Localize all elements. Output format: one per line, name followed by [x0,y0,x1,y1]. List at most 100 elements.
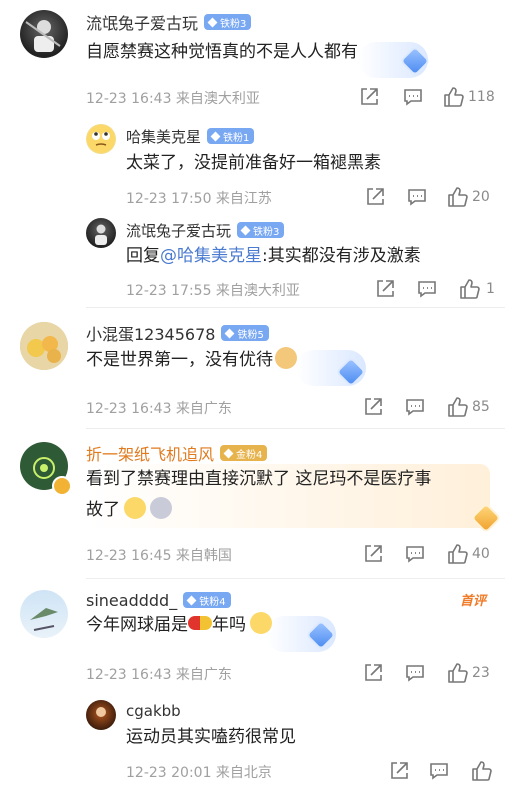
doge-emoji-icon [275,347,297,369]
rolling-eyes-emoji-icon [87,125,115,153]
diamond-icon [210,131,221,141]
reply-actions: 1 [374,278,504,302]
verified-badge-icon [52,476,72,496]
like-icon[interactable] [442,86,464,108]
comment-text-line2: 故了 [86,495,172,526]
first-comment-tag: 首评 [460,594,487,609]
user-name-row[interactable]: cgakbb [126,699,181,723]
avatar[interactable] [86,124,116,154]
user-name[interactable]: 折一架纸飞机追风 [86,441,214,465]
user-name[interactable]: sineadddd_ [86,591,177,610]
pill-emoji-icon [188,616,212,630]
fan-badge: 铁粉4 [183,592,231,608]
share-icon[interactable] [362,396,384,418]
avatar-figure-icon [25,20,61,52]
fan-badge: 金粉4 [220,445,268,461]
laugh-cry-emoji-icon [250,612,272,634]
comment-icon[interactable] [402,86,424,108]
like-count: 85 [472,399,490,415]
share-icon[interactable] [374,278,396,300]
comment-list: 流氓兔子爱古玩 铁粉3 自愿禁赛这种觉悟真的不是人人都有 12-23 16:43… [0,0,505,800]
like-icon[interactable] [470,760,492,782]
like-count: 118 [468,89,495,105]
reply-actions: 20 [364,186,504,210]
comment-text: 今年网球届是 年吗 [86,610,272,641]
comment-meta: 12-23 16:43 来自广东 [86,667,232,683]
comment-meta: 12-23 16:45 来自韩国 [86,548,232,564]
divider [86,428,505,429]
reply-actions [388,760,504,784]
user-name-row[interactable]: 流氓兔子爱古玩 铁粉3 [86,10,252,34]
reply-meta: 12-23 17:55 来自澳大利亚 [126,283,300,299]
user-name-row[interactable]: sineadddd_ 铁粉4 [86,588,231,612]
portrait-avatar-icon [96,707,106,717]
like-icon[interactable] [446,396,468,418]
user-name[interactable]: 哈集美克星 [126,126,201,147]
diamond-icon [186,595,197,605]
reply-text: 运动员其实嗑药很常见 [126,727,296,747]
reply-text: 太菜了，没提前准备好一箱褪黑素 [126,153,381,173]
comment-icon[interactable] [428,760,450,782]
share-icon[interactable] [388,760,410,782]
husky-emoji-icon [150,497,172,519]
like-count: 40 [472,546,490,562]
comment-text-line1: 看到了禁赛理由直接沉默了 这尼玛不是医疗事 [86,469,432,489]
reply-item: 流氓兔子爱古玩 铁粉3 回复@哈集美克星:其实都没有涉及激素 12-23 17:… [72,212,505,308]
avatar[interactable] [86,700,116,730]
fan-badge: 铁粉1 [207,128,255,144]
bird-avatar-icon [30,608,58,631]
mention-link[interactable]: @哈集美克星 [160,246,262,266]
comment-icon[interactable] [406,186,428,208]
comment-item: 折一架纸飞机追风 金粉4 看到了禁赛理由直接沉默了 这尼玛不是医疗事 故了 12… [0,432,505,580]
share-icon[interactable] [364,186,386,208]
comment-icon[interactable] [404,396,426,418]
user-name[interactable]: 流氓兔子爱古玩 [126,220,231,241]
like-count: 20 [472,189,490,205]
user-name-row[interactable]: 折一架纸飞机追风 金粉4 [86,441,268,465]
comment-actions: 23 [362,662,502,686]
comment-item: sineadddd_ 铁粉4 首评 今年网球届是 年吗 12-23 16:43 来… [0,582,505,690]
user-name[interactable]: cgakbb [126,702,181,720]
share-icon[interactable] [362,543,384,565]
share-icon[interactable] [358,86,380,108]
comment-text: 不是世界第一，没有优待 [86,345,297,376]
like-icon[interactable] [458,278,480,300]
user-name-row[interactable]: 流氓兔子爱古玩 铁粉3 [126,218,285,242]
like-count: 23 [472,665,490,681]
comment-icon[interactable] [404,543,426,565]
comment-item: 小混蛋12345678 铁粉5 不是世界第一，没有优待 12-23 16:43 … [0,312,505,428]
comment-actions: 118 [358,86,498,110]
comment-actions: 40 [362,543,502,567]
snack-avatar-icon [20,322,68,370]
dizzy-emoji-icon [124,497,146,519]
share-icon[interactable] [362,662,384,684]
avatar[interactable] [20,10,68,58]
reply-meta: 12-23 17:50 来自江苏 [126,191,272,207]
comment-meta: 12-23 16:43 来自澳大利亚 [86,91,260,107]
diamond-icon [207,17,218,27]
avatar[interactable] [20,322,68,370]
comment-icon[interactable] [404,662,426,684]
avatar[interactable] [86,218,116,248]
user-name-row[interactable]: 哈集美克星 铁粉1 [126,124,255,148]
diamond-icon [240,225,251,235]
like-count: 1 [486,281,495,297]
user-name[interactable]: 小混蛋12345678 [86,321,215,345]
avatar[interactable] [20,590,68,638]
fan-badge: 铁粉3 [204,14,252,30]
user-name-row[interactable]: 小混蛋12345678 铁粉5 [86,321,269,345]
avatar-figure-icon [95,224,107,245]
like-icon[interactable] [446,662,468,684]
diamond-icon [225,328,235,338]
comment-text: 自愿禁赛这种觉悟真的不是人人都有 [86,42,358,62]
comment-icon[interactable] [416,278,438,300]
like-icon[interactable] [446,543,468,565]
reply-item: cgakbb 运动员其实嗑药很常见 12-23 20:01 来自北京 [72,694,505,794]
reply-item: 哈集美克星 铁粉1 太菜了，没提前准备好一箱褪黑素 12-23 17:50 来自… [72,118,505,214]
like-icon[interactable] [446,186,468,208]
divider [86,307,505,308]
comment-meta: 12-23 16:43 来自广东 [86,401,232,417]
fan-badge: 铁粉3 [237,222,285,238]
user-name[interactable]: 流氓兔子爱古玩 [86,10,198,34]
diamond-icon [223,448,234,458]
